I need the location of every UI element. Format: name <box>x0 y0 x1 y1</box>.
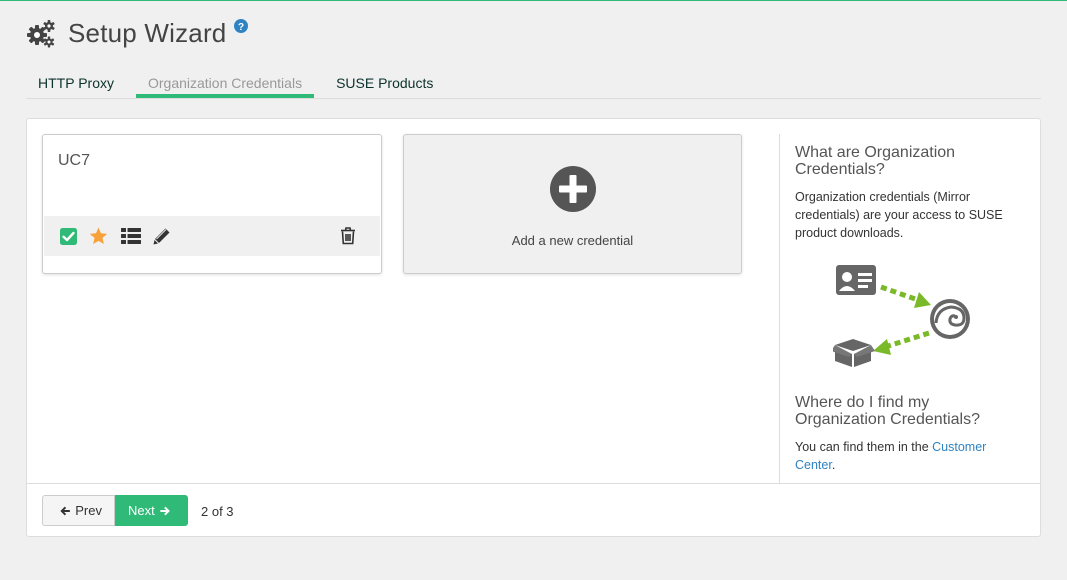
help-text-where-prefix: You can find them in the <box>795 440 933 454</box>
plus-circle-icon <box>550 166 596 212</box>
package-icon <box>831 339 875 367</box>
primary-checkbox-icon[interactable] <box>57 225 79 247</box>
next-button[interactable]: Next <box>115 495 188 526</box>
credential-name: UC7 <box>58 152 91 169</box>
page-header: Setup Wizard ? <box>26 15 249 51</box>
help-text-where: You can find them in the Customer Center… <box>795 438 1015 474</box>
star-icon[interactable] <box>87 225 109 247</box>
help-sidebar: What are Organization Credentials? Organ… <box>779 134 1040 483</box>
panel-footer: Prev Next 2 of 3 <box>27 483 1040 537</box>
help-text-where-suffix: . <box>831 458 836 472</box>
list-icon[interactable] <box>120 225 142 247</box>
suse-logo-icon <box>930 299 970 339</box>
arrow-right-icon <box>880 284 931 308</box>
wizard-nav: Prev Next <box>42 495 188 526</box>
arrow-right-icon <box>160 506 170 515</box>
arrow-left-icon <box>60 506 70 515</box>
credential-card: UC7 <box>42 134 382 274</box>
arrow-left-icon <box>873 330 930 355</box>
gears-icon <box>27 20 55 48</box>
prev-button[interactable]: Prev <box>42 495 115 526</box>
wizard-tabs: HTTP Proxy Organization Credentials SUSE… <box>26 67 1041 99</box>
credential-actions <box>44 216 380 256</box>
add-credential-label: Add a new credential <box>511 233 634 248</box>
trash-icon[interactable] <box>337 225 359 247</box>
help-heading-where: Where do I find my Organization Credenti… <box>795 394 980 428</box>
next-label: Next <box>128 503 155 518</box>
id-card-icon <box>836 265 876 295</box>
help-icon[interactable]: ? <box>234 19 249 33</box>
help-text-what: Organization credentials (Mirror credent… <box>795 190 1003 240</box>
prev-label: Prev <box>75 503 102 518</box>
step-indicator: 2 of 3 <box>201 504 234 519</box>
tab-http-proxy[interactable]: HTTP Proxy <box>26 67 126 98</box>
tab-organization-credentials[interactable]: Organization Credentials <box>135 67 315 98</box>
help-heading-what: What are Organization Credentials? <box>795 144 956 178</box>
edit-icon[interactable] <box>151 225 173 247</box>
svg-text:?: ? <box>238 22 244 33</box>
tab-suse-products[interactable]: SUSE Products <box>324 67 445 98</box>
panel-body: UC7 Add a new credential What are Organi… <box>27 119 1040 484</box>
page-title: Setup Wizard <box>68 17 227 48</box>
credentials-illustration <box>831 265 970 367</box>
add-credential-card[interactable]: Add a new credential <box>403 134 742 274</box>
main-panel: UC7 Add a new credential What are Organi… <box>26 118 1041 537</box>
